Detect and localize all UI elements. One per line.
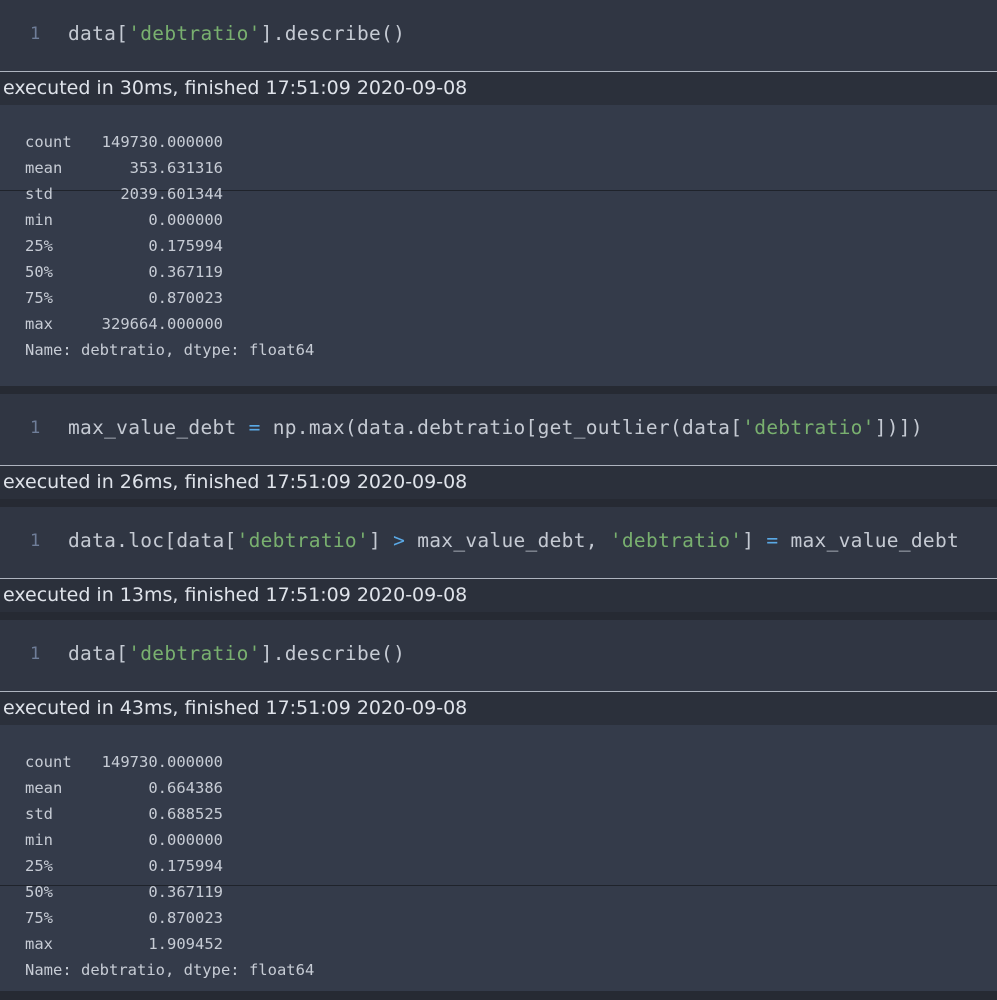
stat-name: std bbox=[25, 805, 53, 823]
code-line[interactable]: data['debtratio'].describe() bbox=[68, 0, 405, 72]
stat-value: 0.175994 bbox=[148, 857, 223, 875]
output-row: max 1.909452 bbox=[25, 933, 997, 959]
execution-timing: executed in 26ms, finished 17:51:09 2020… bbox=[0, 466, 997, 499]
stat-name: 25% bbox=[25, 857, 53, 875]
line-number: 1 bbox=[30, 644, 41, 664]
output-footer: Name: debtratio, dtype: float64 bbox=[25, 961, 315, 979]
stat-value: 0.688525 bbox=[148, 805, 223, 823]
code-token: np.max(data.debtratio[get_outlier(data[ bbox=[260, 416, 743, 439]
output-row: max 329664.000000 bbox=[25, 313, 997, 339]
notebook-cell[interactable]: 1 max_value_debt = np.max(data.debtratio… bbox=[0, 394, 997, 499]
code-input[interactable]: 1 data['debtratio'].describe() bbox=[0, 620, 997, 692]
code-string-token: 'debtratio' bbox=[742, 416, 875, 439]
code-token: ] bbox=[369, 529, 394, 552]
stat-value: 0.000000 bbox=[148, 831, 223, 849]
stat-name: count bbox=[25, 753, 72, 771]
line-number: 1 bbox=[30, 531, 41, 551]
code-token: data[ bbox=[68, 642, 129, 665]
code-token: data.loc[data[ bbox=[68, 529, 237, 552]
stat-value: 0.870023 bbox=[148, 289, 223, 307]
stat-name: max bbox=[25, 315, 53, 333]
stat-name: 75% bbox=[25, 909, 53, 927]
stat-name: 75% bbox=[25, 289, 53, 307]
stat-name: mean bbox=[25, 779, 63, 797]
code-operator-token: = bbox=[766, 529, 779, 552]
output-row: count 149730.000000 bbox=[25, 751, 997, 777]
stat-value: 0.870023 bbox=[148, 909, 223, 927]
stat-name: 25% bbox=[25, 237, 53, 255]
cell-separator bbox=[0, 386, 997, 394]
stat-value: 0.367119 bbox=[148, 263, 223, 281]
output-row: 50% 0.367119 bbox=[25, 881, 997, 907]
code-string-token: 'debtratio' bbox=[609, 529, 743, 552]
output-row: 25% 0.175994 bbox=[25, 235, 997, 261]
stat-name: mean bbox=[25, 159, 63, 177]
stat-name: 50% bbox=[25, 263, 53, 281]
stat-value: 149730.000000 bbox=[101, 133, 223, 151]
stat-name: count bbox=[25, 133, 72, 151]
execution-timing: executed in 43ms, finished 17:51:09 2020… bbox=[0, 692, 997, 725]
stat-name: min bbox=[25, 211, 53, 229]
output-row: std 0.688525 bbox=[25, 803, 997, 829]
output-row: mean 353.631316 bbox=[25, 157, 997, 183]
output-row: 25% 0.175994 bbox=[25, 855, 997, 881]
code-input[interactable]: 1 data.loc[data['debtratio'] > max_value… bbox=[0, 507, 997, 579]
cell-output: count 149730.000000 mean 0.664386 std 0.688… bbox=[0, 725, 997, 991]
code-token: ])]) bbox=[874, 416, 923, 439]
code-token: ] bbox=[742, 529, 767, 552]
code-token: ].describe() bbox=[260, 22, 406, 45]
output-row: std 2039.601344 bbox=[25, 183, 997, 209]
notebook-cell[interactable]: 1 data['debtratio'].describe() executed … bbox=[0, 0, 997, 386]
stat-value: 353.631316 bbox=[129, 159, 223, 177]
cell-separator bbox=[0, 499, 997, 507]
code-line[interactable]: data.loc[data['debtratio'] > max_value_d… bbox=[68, 507, 959, 579]
cell-output: count 149730.000000 mean 353.631316 std 203… bbox=[0, 105, 997, 386]
line-number: 1 bbox=[30, 24, 41, 44]
code-input[interactable]: 1 data['debtratio'].describe() bbox=[0, 0, 997, 72]
cell-separator bbox=[0, 612, 997, 620]
execution-timing: executed in 30ms, finished 17:51:09 2020… bbox=[0, 72, 997, 105]
stat-value: 0.664386 bbox=[148, 779, 223, 797]
code-operator-token: = bbox=[248, 416, 261, 439]
output-row: count 149730.000000 bbox=[25, 131, 997, 157]
stat-value: 149730.000000 bbox=[101, 753, 223, 771]
output-row: mean 0.664386 bbox=[25, 777, 997, 803]
output-row: 75% 0.870023 bbox=[25, 907, 997, 933]
code-token: max_value_debt, bbox=[405, 529, 610, 552]
stat-value: 1.909452 bbox=[148, 935, 223, 953]
execution-timing: executed in 13ms, finished 17:51:09 2020… bbox=[0, 579, 997, 612]
code-operator-token: > bbox=[393, 529, 406, 552]
output-row: 50% 0.367119 bbox=[25, 261, 997, 287]
notebook-cell[interactable]: 1 data['debtratio'].describe() executed … bbox=[0, 620, 997, 991]
stat-name: 50% bbox=[25, 883, 53, 901]
stat-name: std bbox=[25, 185, 53, 203]
stat-value: 0.367119 bbox=[148, 883, 223, 901]
stat-value: 0.000000 bbox=[148, 211, 223, 229]
output-row: min 0.000000 bbox=[25, 209, 997, 235]
line-number: 1 bbox=[30, 418, 41, 438]
code-token: max_value_debt bbox=[68, 416, 249, 439]
output-footer: Name: debtratio, dtype: float64 bbox=[25, 341, 315, 359]
notebook-cell[interactable]: 1 data.loc[data['debtratio'] > max_value… bbox=[0, 507, 997, 612]
code-string-token: 'debtratio' bbox=[128, 642, 261, 665]
code-token: ].describe() bbox=[260, 642, 406, 665]
stat-value: 2039.601344 bbox=[120, 185, 223, 203]
stat-value: 0.175994 bbox=[148, 237, 223, 255]
code-line[interactable]: max_value_debt = np.max(data.debtratio[g… bbox=[68, 394, 923, 466]
stat-name: max bbox=[25, 935, 53, 953]
code-input[interactable]: 1 max_value_debt = np.max(data.debtratio… bbox=[0, 394, 997, 466]
output-row: min 0.000000 bbox=[25, 829, 997, 855]
output-row: 75% 0.870023 bbox=[25, 287, 997, 313]
code-token: max_value_debt bbox=[778, 529, 960, 552]
stat-name: min bbox=[25, 831, 53, 849]
code-string-token: 'debtratio' bbox=[128, 22, 261, 45]
stat-value: 329664.000000 bbox=[101, 315, 223, 333]
code-line[interactable]: data['debtratio'].describe() bbox=[68, 620, 405, 692]
code-string-token: 'debtratio' bbox=[236, 529, 370, 552]
code-token: data[ bbox=[68, 22, 129, 45]
